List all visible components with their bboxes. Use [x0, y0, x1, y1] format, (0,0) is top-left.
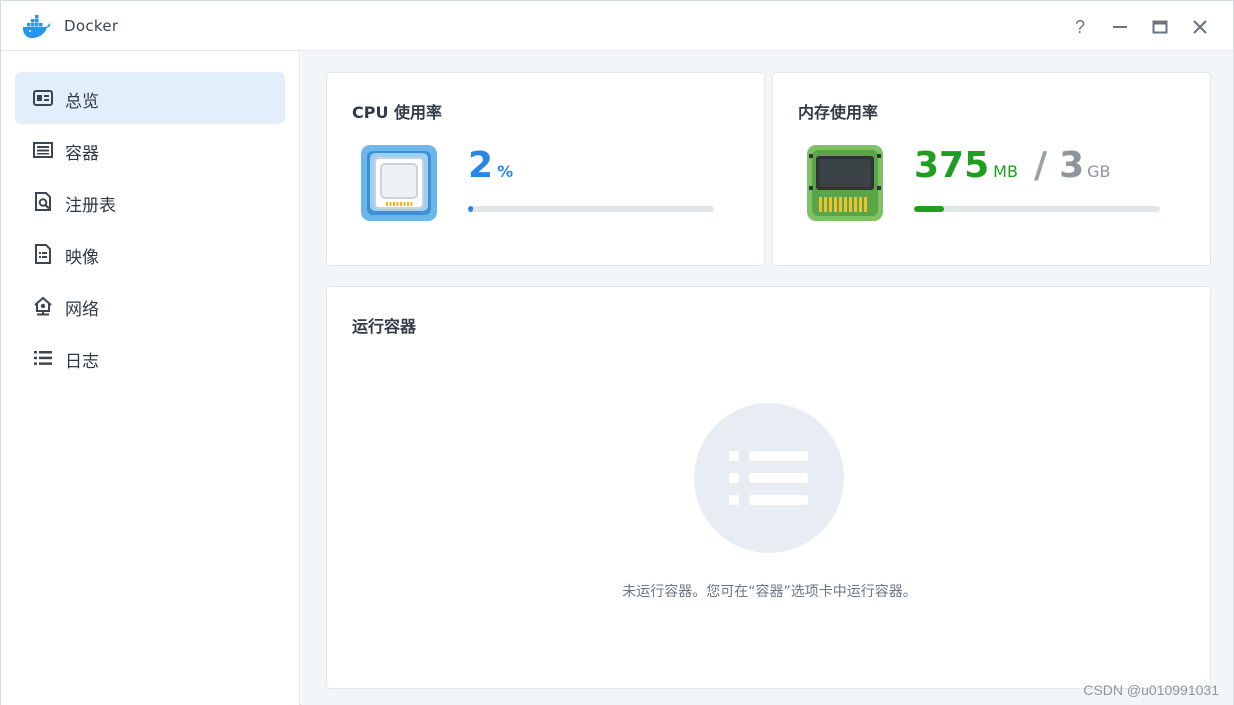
sidebar-item-label: 总览: [65, 92, 99, 112]
maximize-button[interactable]: [1147, 14, 1173, 40]
overview-icon: [33, 88, 53, 108]
sidebar-item-overview[interactable]: 总览: [15, 72, 285, 124]
cpu-usage-title: CPU 使用率: [352, 103, 443, 122]
docker-logo-icon: [23, 15, 51, 38]
sidebar-item-label: 容器: [65, 144, 99, 164]
memory-usage-title: 内存使用率: [798, 103, 879, 122]
sidebar-item-label: 映像: [65, 248, 99, 268]
memory-chip-icon: [807, 145, 883, 221]
sidebar-item-label: 日志: [65, 352, 99, 372]
watermark: CSDN @u010991031: [1083, 682, 1219, 698]
log-icon: [33, 348, 53, 368]
sidebar-item-label: 网络: [65, 300, 99, 320]
memory-usage-bar: [914, 206, 1160, 212]
sidebar: 总览 容器 注册表 映像 网络 日志: [1, 51, 300, 705]
memory-usage-bar-fill: [914, 206, 944, 212]
sidebar-item-container[interactable]: 容器: [15, 124, 285, 176]
sidebar-item-image[interactable]: 映像: [15, 228, 285, 280]
memory-usage-readout: 375 MB / 3 GB: [914, 146, 1111, 192]
image-icon: [33, 244, 53, 264]
memory-total-unit: GB: [1087, 162, 1111, 181]
help-button[interactable]: ?: [1067, 14, 1093, 40]
cpu-usage-card: CPU 使用率 2%: [326, 72, 765, 266]
memory-separator: /: [1033, 145, 1048, 186]
minimize-icon: [1113, 26, 1127, 28]
close-button[interactable]: [1187, 14, 1213, 40]
minimize-button[interactable]: [1107, 14, 1133, 40]
maximize-icon: [1152, 20, 1168, 34]
cpu-usage-unit: %: [497, 162, 514, 181]
sidebar-item-label: 注册表: [65, 196, 116, 216]
empty-state-illustration: [694, 403, 844, 553]
memory-usage-card: 内存使用率 375 MB / 3 GB: [772, 72, 1211, 266]
close-icon: [1193, 20, 1207, 34]
empty-state-message: 未运行容器。您可在“容器”选项卡中运行容器。: [622, 584, 917, 600]
sidebar-item-network[interactable]: 网络: [15, 280, 285, 332]
running-containers-card: 运行容器 未运行容器。您可在“容器”选项卡中运行容器。: [326, 286, 1211, 689]
help-icon: ?: [1074, 16, 1085, 37]
cpu-usage-bar: [468, 206, 714, 212]
memory-used-value: 375: [914, 145, 990, 186]
title-bar: Docker ?: [1, 1, 1233, 51]
container-icon: [33, 140, 53, 160]
main-content: CPU 使用率 2% 内存使用率 375 MB / 3 GB 运行容器 未运行容…: [301, 51, 1233, 705]
cpu-chip-icon: [361, 145, 437, 221]
sidebar-item-log[interactable]: 日志: [15, 332, 285, 384]
docker-window: Docker ? 总览 容器 注册表 映像 网络 日志 CPU 使用率 2 % …: [0, 0, 1234, 705]
cpu-usage-readout: 2%: [468, 146, 513, 192]
window-title: Docker: [64, 17, 119, 35]
cpu-usage-value: 2: [468, 145, 494, 186]
sidebar-item-registry[interactable]: 注册表: [15, 176, 285, 228]
network-icon: [33, 296, 53, 316]
cpu-usage-bar-fill: [468, 206, 473, 212]
memory-total-value: 3: [1059, 145, 1085, 186]
memory-used-unit: MB: [993, 162, 1018, 181]
running-containers-title: 运行容器: [352, 317, 417, 336]
list-icon: [729, 451, 808, 505]
registry-icon: [33, 192, 53, 212]
